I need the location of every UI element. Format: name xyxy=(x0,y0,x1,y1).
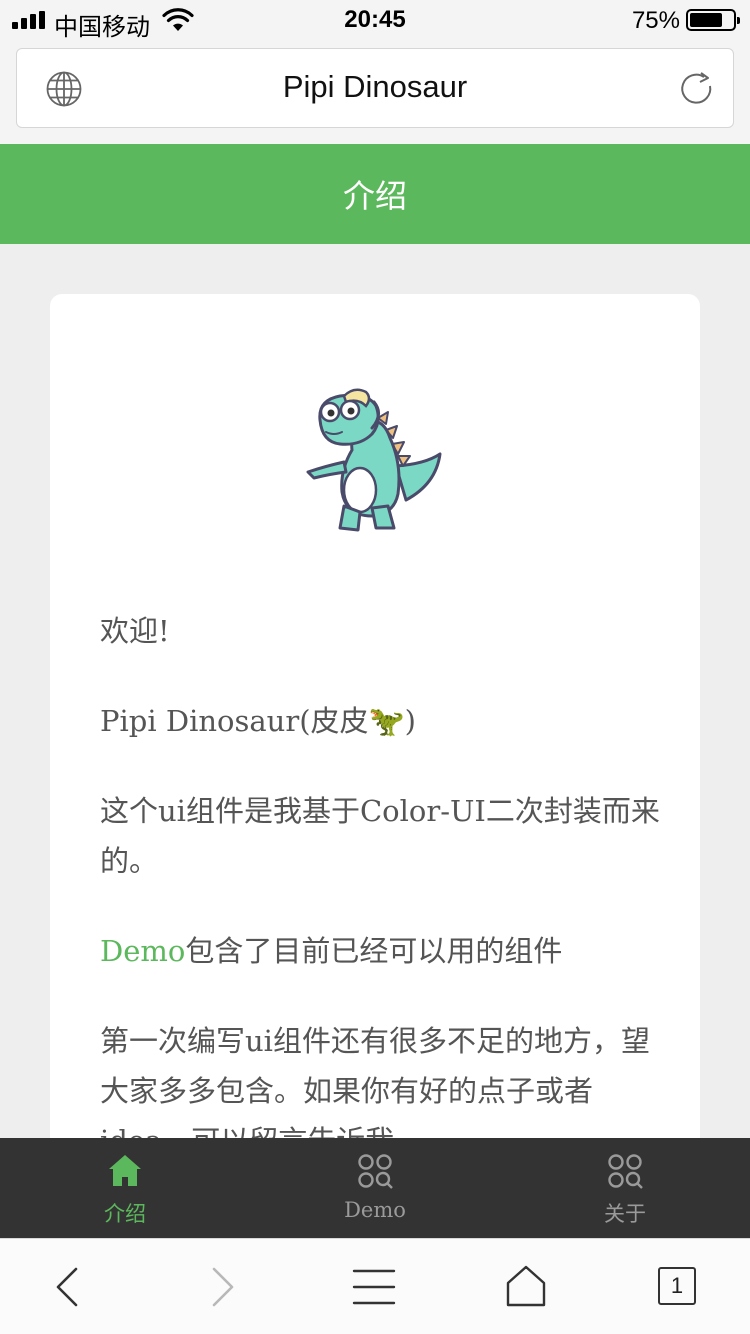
tab-intro-label: 介绍 xyxy=(104,1202,146,1226)
name-paragraph: Pipi Dinosaur(皮皮🦖) xyxy=(100,704,416,738)
chevron-right-icon xyxy=(212,1267,234,1307)
tab-demo[interactable]: Demo xyxy=(250,1138,500,1238)
tab-about[interactable]: 关于 xyxy=(500,1138,750,1238)
forward-button[interactable] xyxy=(198,1263,246,1311)
demo-paragraph: Demo包含了目前已经可以用的组件 xyxy=(100,926,660,976)
intro-text: 欢迎! Pipi Dinosaur(皮皮🦖) 这个ui组件是我基于Color-U… xyxy=(100,606,660,1194)
home-icon xyxy=(109,1155,141,1186)
home-button[interactable] xyxy=(502,1263,550,1311)
grid-search-icon xyxy=(358,1154,393,1189)
tabs-count-button[interactable]: 1 xyxy=(658,1267,696,1305)
demo-description: 包含了目前已经可以用的组件 xyxy=(185,934,563,968)
intro-paragraph: 这个ui组件是我基于Color-UI二次封装而来的。 xyxy=(100,794,660,878)
battery-icon xyxy=(686,9,740,31)
browser-address-area: Pipi Dinosaur xyxy=(0,40,750,144)
grid-search-icon xyxy=(608,1154,643,1189)
status-bar: 中国移动 20:45 75% xyxy=(0,0,750,41)
house-outline-icon xyxy=(506,1265,546,1307)
nav-header: 介绍 xyxy=(0,144,750,244)
tab-demo-label: Demo xyxy=(344,1198,406,1222)
browser-toolbar: 1 xyxy=(0,1238,750,1334)
demo-link[interactable]: Demo xyxy=(100,934,185,968)
reload-icon[interactable] xyxy=(677,69,717,109)
menu-button[interactable] xyxy=(350,1263,398,1311)
tab-bar: 介绍 Demo 关于 xyxy=(0,1138,750,1238)
dinosaur-mascot-icon xyxy=(306,388,442,532)
tab-about-label: 关于 xyxy=(604,1202,646,1226)
intro-card: 欢迎! Pipi Dinosaur(皮皮🦖) 这个ui组件是我基于Color-U… xyxy=(50,294,700,1194)
tab-intro[interactable]: 介绍 xyxy=(0,1138,250,1238)
address-bar[interactable]: Pipi Dinosaur xyxy=(16,48,734,128)
back-button[interactable] xyxy=(44,1263,92,1311)
chevron-left-icon xyxy=(56,1267,78,1307)
page-title: Pipi Dinosaur xyxy=(282,69,468,104)
header-title: 介绍 xyxy=(342,177,407,215)
battery-percent: 75% xyxy=(631,7,680,34)
hamburger-menu-icon xyxy=(352,1269,396,1305)
welcome-paragraph: 欢迎! xyxy=(100,614,170,648)
